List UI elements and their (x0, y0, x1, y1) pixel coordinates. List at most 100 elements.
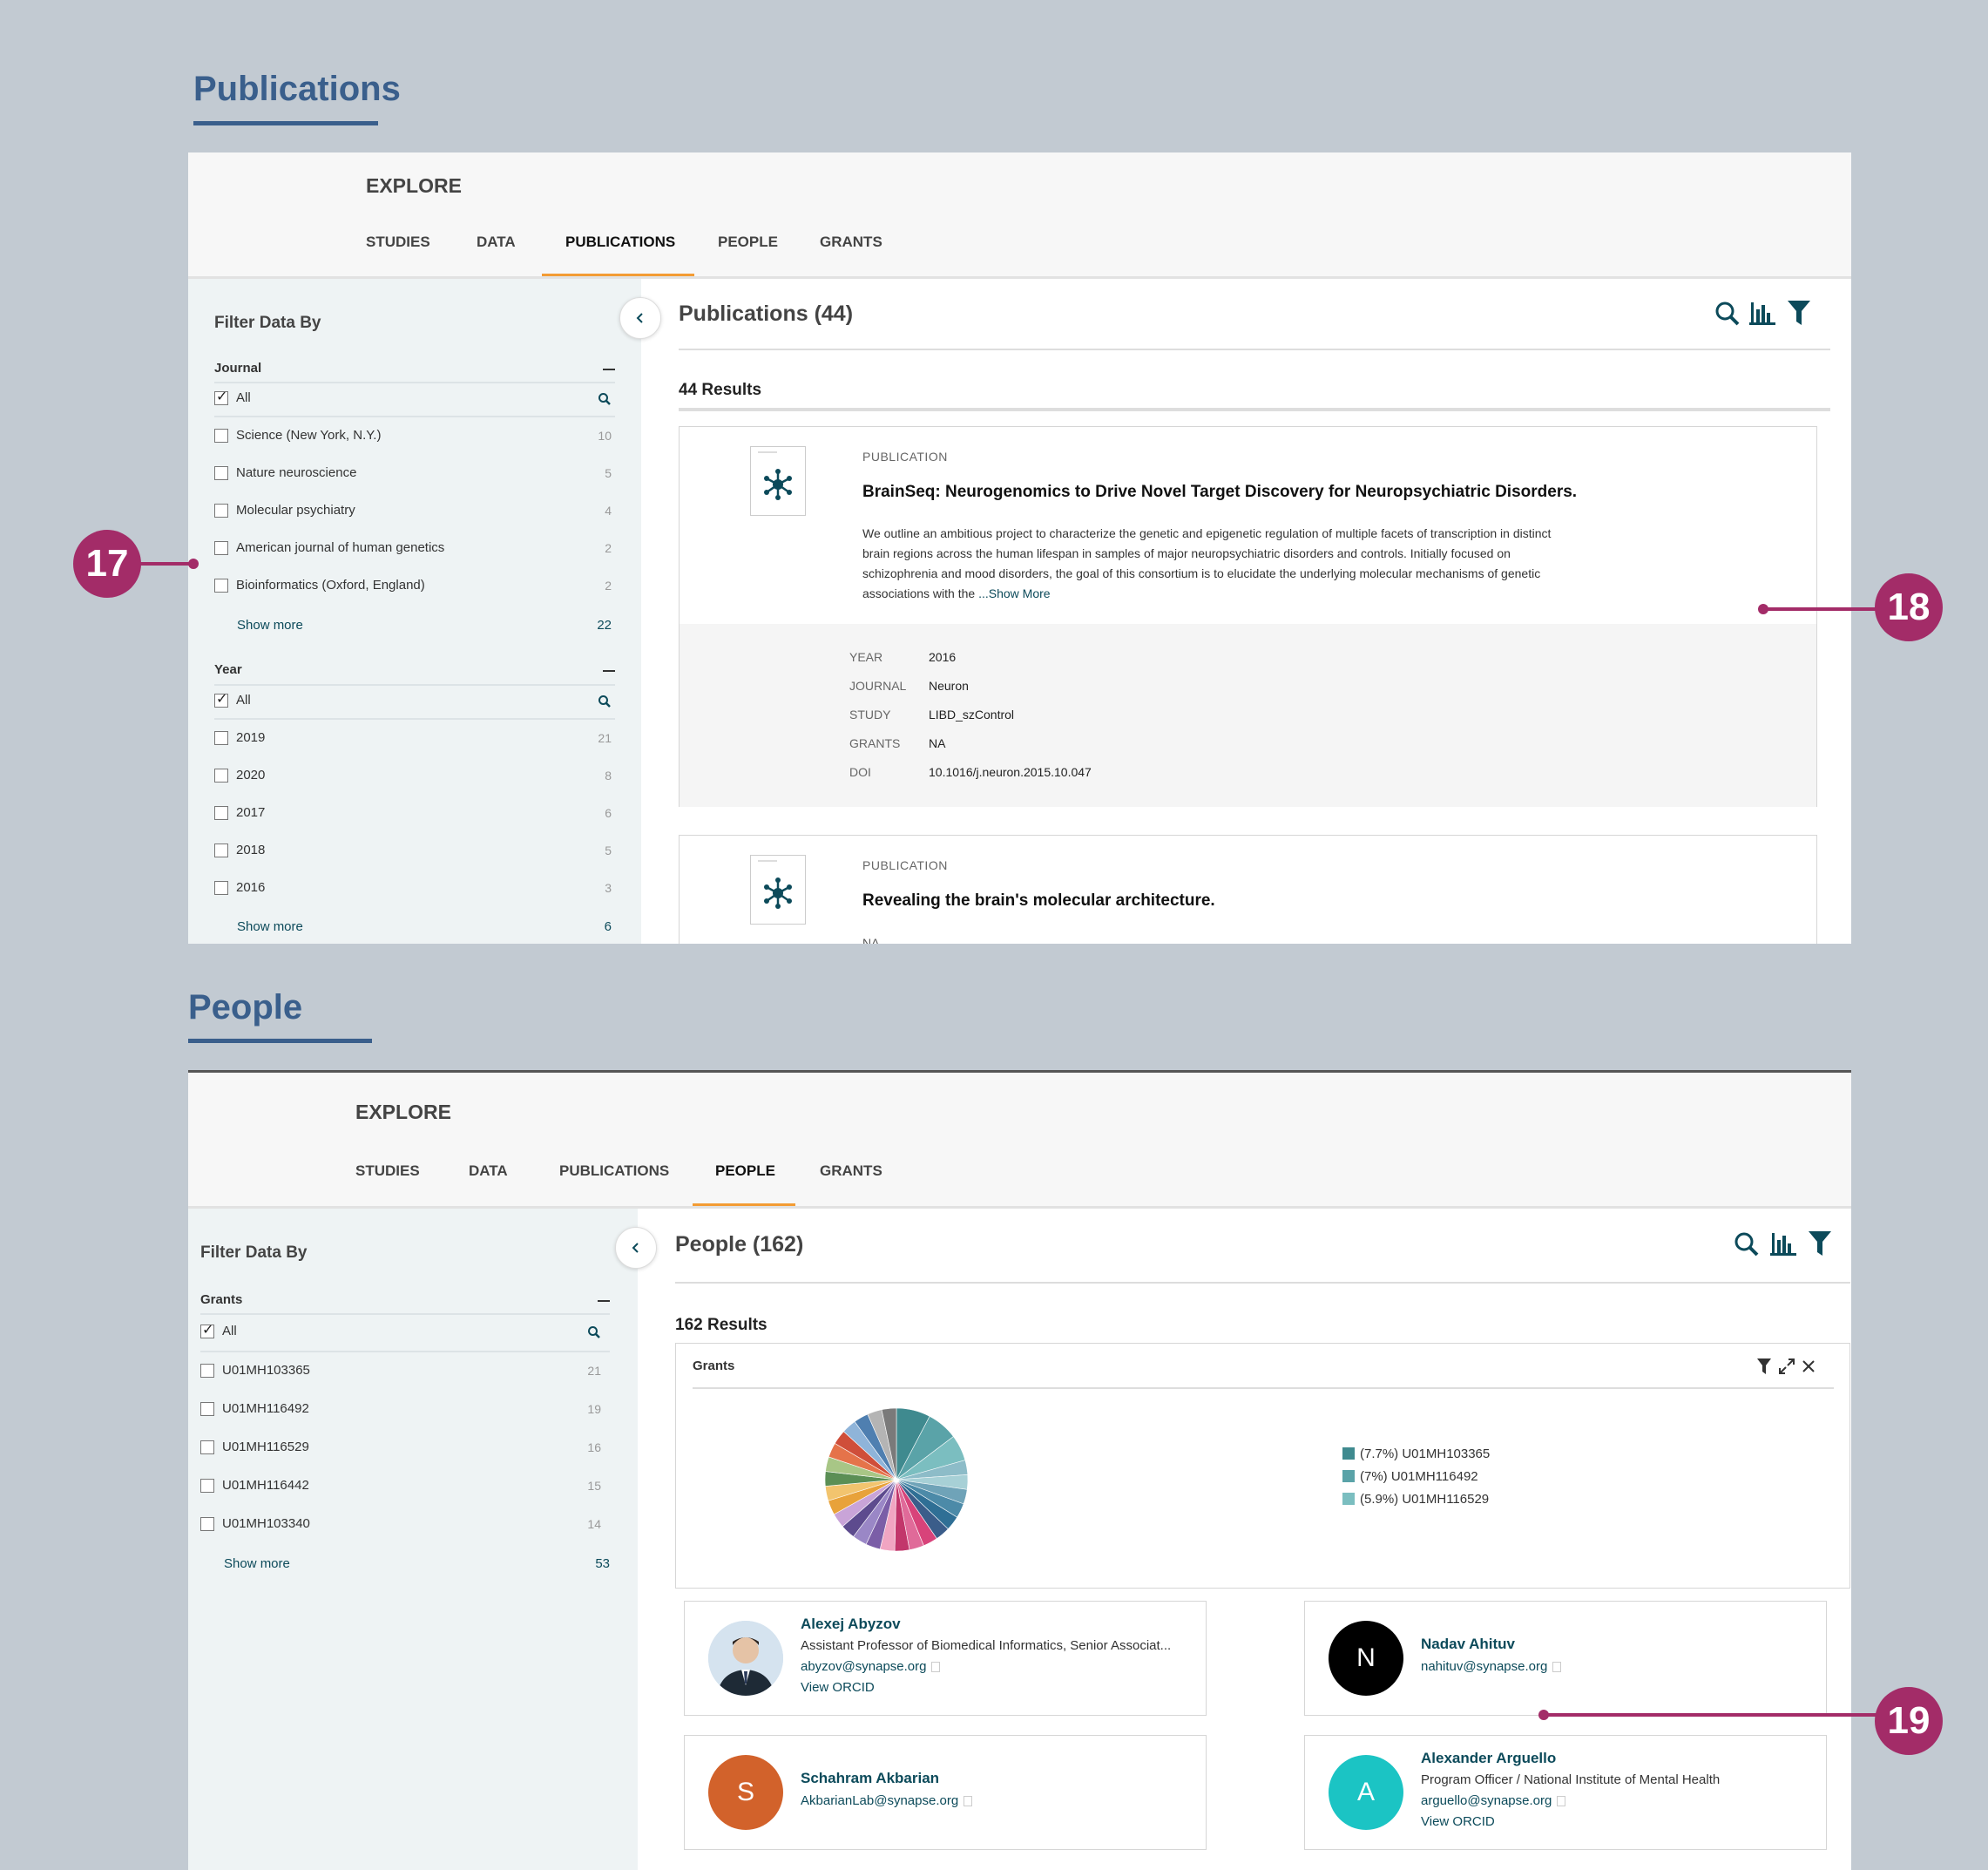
checkbox[interactable] (214, 504, 228, 518)
filter-row[interactable]: U01MH103365 21 (200, 1358, 610, 1385)
checkbox[interactable] (214, 429, 228, 443)
filter-row[interactable]: Bioinformatics (Oxford, England) 2 (214, 573, 615, 600)
callout-dot (1538, 1710, 1549, 1720)
tab-people[interactable]: PEOPLE (715, 1162, 775, 1180)
search-icon[interactable] (598, 694, 612, 708)
email-text: abyzov@synapse.org (801, 1659, 927, 1674)
filter-row[interactable]: 2018 5 (214, 838, 615, 864)
filter-row-all[interactable]: All (200, 1319, 610, 1345)
filter-row[interactable]: U01MH116529 16 (200, 1435, 610, 1461)
checkbox[interactable] (200, 1517, 214, 1531)
person-email[interactable]: arguello@synapse.org (1421, 1793, 1566, 1808)
filter-icon[interactable] (1788, 301, 1810, 325)
filter-count: 10 (598, 429, 612, 443)
tab-grants[interactable]: GRANTS (820, 234, 882, 251)
person-name[interactable]: Schahram Akbarian (801, 1770, 939, 1787)
callout-badge-17: 17 (73, 530, 141, 598)
checkbox[interactable] (200, 1321, 214, 1338)
publication-title[interactable]: Revealing the brain's molecular architec… (862, 891, 1215, 911)
checkbox[interactable] (214, 844, 228, 857)
copy-icon[interactable] (1557, 1796, 1566, 1807)
tab-studies[interactable]: STUDIES (355, 1162, 420, 1180)
publication-card[interactable]: PUBLICATION BrainSeq: Neurogenomics to D… (679, 426, 1817, 807)
search-icon[interactable] (598, 392, 612, 406)
checkbox[interactable] (214, 579, 228, 593)
legend-entry[interactable]: (7.7%) U01MH103365 (1342, 1447, 1490, 1461)
checkbox[interactable] (214, 881, 228, 895)
person-email[interactable]: abyzov@synapse.org (801, 1659, 941, 1674)
tab-data[interactable]: DATA (477, 234, 516, 251)
publication-card[interactable]: PUBLICATION Revealing the brain's molecu… (679, 835, 1817, 944)
view-orcid-link[interactable]: View ORCID (1421, 1814, 1495, 1829)
tab-people[interactable]: PEOPLE (718, 234, 778, 251)
filter-row[interactable]: 2017 6 (214, 801, 615, 827)
publication-title[interactable]: BrainSeq: Neurogenomics to Drive Novel T… (862, 483, 1577, 502)
study-link[interactable]: LIBD_szControl (929, 708, 1014, 722)
tab-studies[interactable]: STUDIES (366, 234, 430, 251)
person-card[interactable]: S Schahram Akbarian AkbarianLab@synapse.… (684, 1735, 1207, 1850)
collapse-icon[interactable] (603, 369, 615, 370)
filter-row[interactable]: U01MH116442 15 (200, 1474, 610, 1500)
checkbox[interactable] (214, 541, 228, 555)
filter-icon[interactable] (1809, 1231, 1831, 1256)
person-email[interactable]: nahituv@synapse.org (1421, 1659, 1562, 1674)
tab-publications[interactable]: PUBLICATIONS (565, 234, 675, 251)
filter-row[interactable]: American journal of human genetics 2 (214, 536, 615, 562)
person-card[interactable]: N Nadav Ahituv nahituv@synapse.org (1304, 1601, 1827, 1716)
legend-entry[interactable]: (5.9%) U01MH116529 (1342, 1492, 1489, 1507)
collapse-icon[interactable] (598, 1300, 610, 1302)
search-icon[interactable] (1714, 301, 1741, 327)
view-orcid-link[interactable]: View ORCID (801, 1680, 875, 1695)
show-more-link[interactable]: ...Show More (978, 586, 1050, 600)
copy-icon[interactable] (931, 1662, 941, 1673)
filter-row[interactable]: 2019 21 (214, 726, 615, 752)
filter-row[interactable]: Science (New York, N.Y.) 10 (214, 423, 615, 450)
checkbox[interactable] (200, 1364, 214, 1378)
grants-pie-chart[interactable] (822, 1406, 970, 1554)
checkbox[interactable] (214, 731, 228, 745)
expand-icon[interactable] (1779, 1358, 1795, 1374)
bar-chart-icon[interactable] (1770, 1233, 1796, 1256)
checkbox[interactable] (214, 388, 228, 405)
tab-publications[interactable]: PUBLICATIONS (559, 1162, 669, 1180)
person-email[interactable]: AkbarianLab@synapse.org (801, 1793, 973, 1808)
person-name[interactable]: Alexander Arguello (1421, 1750, 1556, 1767)
filter-row-all[interactable]: All (214, 688, 615, 715)
copy-icon[interactable] (964, 1796, 973, 1807)
person-name[interactable]: Nadav Ahituv (1421, 1636, 1515, 1653)
show-more-link[interactable]: Show more (237, 919, 303, 934)
close-icon[interactable] (1802, 1359, 1816, 1373)
copy-icon[interactable] (1552, 1662, 1562, 1673)
filter-row[interactable]: U01MH103340 14 (200, 1512, 610, 1538)
checkbox[interactable] (214, 769, 228, 783)
filter-label: U01MH116442 (222, 1478, 309, 1493)
collapse-icon[interactable] (603, 670, 615, 672)
checkbox[interactable] (214, 466, 228, 480)
filter-row[interactable]: Molecular psychiatry 4 (214, 498, 615, 525)
doi-link[interactable]: 10.1016/j.neuron.2015.10.047 (929, 765, 1092, 779)
person-name[interactable]: Alexej Abyzov (801, 1616, 901, 1633)
checkbox[interactable] (214, 806, 228, 820)
filter-icon[interactable] (1757, 1358, 1771, 1374)
filter-row[interactable]: Nature neuroscience 5 (214, 461, 615, 487)
filter-row[interactable]: U01MH116492 19 (200, 1397, 610, 1423)
checkbox[interactable] (200, 1479, 214, 1493)
legend-entry[interactable]: (7%) U01MH116492 (1342, 1469, 1478, 1484)
person-card[interactable]: A Alexander Arguello Program Officer / N… (1304, 1735, 1827, 1850)
checkbox[interactable] (200, 1440, 214, 1454)
person-card[interactable]: Alexej Abyzov Assistant Professor of Bio… (684, 1601, 1207, 1716)
filter-row-all[interactable]: All (214, 386, 615, 412)
tab-grants[interactable]: GRANTS (820, 1162, 882, 1180)
search-icon[interactable] (1734, 1231, 1760, 1257)
checkbox[interactable] (214, 690, 228, 708)
collapse-sidebar-button[interactable] (615, 1227, 657, 1269)
tab-data[interactable]: DATA (469, 1162, 508, 1180)
show-more-link[interactable]: Show more (224, 1556, 290, 1571)
show-more-link[interactable]: Show more (237, 618, 303, 633)
filter-row[interactable]: 2020 8 (214, 763, 615, 789)
collapse-sidebar-button[interactable] (619, 297, 661, 339)
bar-chart-icon[interactable] (1749, 302, 1775, 325)
search-icon[interactable] (587, 1325, 601, 1339)
filter-row[interactable]: 2016 3 (214, 876, 615, 902)
checkbox[interactable] (200, 1402, 214, 1416)
